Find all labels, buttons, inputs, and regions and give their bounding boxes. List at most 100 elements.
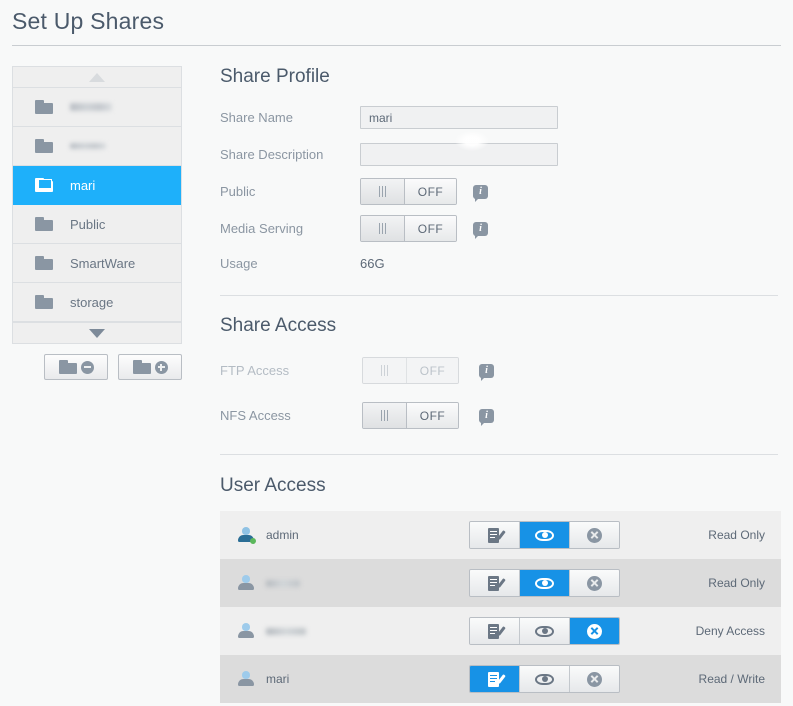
permission-button-deny-access[interactable] <box>570 570 619 596</box>
triangle-down-icon <box>89 328 105 338</box>
usage-value: 66G <box>360 255 385 271</box>
user-access-row: Read Only <box>220 559 781 607</box>
share-description-row: Share Description <box>220 139 781 170</box>
share-list-scroll-down[interactable] <box>13 322 181 344</box>
nfs-access-label: NFS Access <box>220 408 291 423</box>
share-list-item[interactable] <box>13 127 181 166</box>
user-access-row: mari Read / Write <box>220 655 781 703</box>
remove-share-button[interactable] <box>44 354 108 380</box>
share-list-item-label: storage <box>70 294 114 310</box>
user-name <box>266 579 300 587</box>
permission-button-read-write[interactable] <box>470 618 520 644</box>
read-only-icon <box>535 625 554 637</box>
ftp-access-label: FTP Access <box>220 363 290 378</box>
permission-button-group <box>469 617 620 645</box>
share-list: mari Public SmartWare storage <box>12 66 182 344</box>
public-toggle-state: OFF <box>405 179 456 204</box>
media-serving-toggle-state: OFF <box>405 216 456 241</box>
share-list-item-label: Public <box>70 216 106 232</box>
share-list-item[interactable]: mari <box>13 166 181 205</box>
user-access-row: Deny Access <box>220 607 781 655</box>
nfs-access-toggle[interactable]: OFF <box>362 402 459 429</box>
share-description-label: Share Description <box>220 147 324 162</box>
permission-button-read-only[interactable] <box>520 666 570 692</box>
share-list-item[interactable]: Public <box>13 205 181 244</box>
share-list-scroll-up[interactable] <box>13 66 181 88</box>
share-list-item-label: SmartWare <box>70 255 136 271</box>
folder-icon <box>132 360 151 374</box>
permission-button-read-write[interactable] <box>470 570 520 596</box>
folder-icon <box>35 178 53 192</box>
read-write-icon <box>487 623 506 639</box>
permission-button-read-only[interactable] <box>520 618 570 644</box>
share-list-actions <box>44 354 182 380</box>
permission-button-read-only[interactable] <box>520 522 570 548</box>
share-description-input[interactable] <box>360 143 558 166</box>
permission-button-deny-access[interactable] <box>570 618 619 644</box>
permission-button-group <box>469 665 620 693</box>
folder-icon <box>58 360 77 374</box>
nfs-access-row: NFS Access OFF i <box>220 396 781 435</box>
permission-button-read-write[interactable] <box>470 666 520 692</box>
ftp-access-toggle-state: OFF <box>407 358 458 383</box>
info-icon[interactable]: i <box>473 184 488 202</box>
share-list-item[interactable] <box>13 88 181 127</box>
read-only-icon <box>535 577 554 589</box>
header-divider <box>12 45 781 46</box>
permission-button-read-only[interactable] <box>520 570 570 596</box>
read-write-icon <box>487 527 506 543</box>
usage-label: Usage <box>220 255 258 271</box>
public-toggle[interactable]: OFF <box>360 178 457 205</box>
admin-user-icon <box>238 526 256 544</box>
folder-icon <box>35 256 53 270</box>
media-serving-label: Media Serving <box>220 221 304 236</box>
share-list-item-label <box>70 143 106 149</box>
add-share-button[interactable] <box>118 354 182 380</box>
permission-button-read-write[interactable] <box>470 522 520 548</box>
permission-label: Read Only <box>708 528 765 542</box>
read-only-icon <box>535 529 554 541</box>
user-icon <box>238 670 254 688</box>
permission-button-group <box>469 521 620 549</box>
user-name: mari <box>266 672 290 686</box>
media-serving-row: Media Serving OFF i <box>220 213 781 244</box>
user-icon <box>238 574 254 592</box>
main-panel: Share Profile Share Name Share Descripti… <box>220 66 781 703</box>
info-icon[interactable]: i <box>473 221 488 239</box>
media-serving-toggle[interactable]: OFF <box>360 215 457 242</box>
user-access-table: admin Read Only Read Only Deny Access mari Re… <box>220 511 781 703</box>
folder-icon <box>35 295 53 309</box>
share-list-item-label <box>70 103 112 111</box>
user-access-heading: User Access <box>220 475 326 496</box>
permission-button-deny-access[interactable] <box>570 666 619 692</box>
user-icon <box>238 622 254 640</box>
read-write-icon <box>487 575 506 591</box>
deny-access-icon <box>587 671 602 687</box>
info-icon[interactable]: i <box>479 363 494 381</box>
toggle-grip-icon <box>363 403 407 428</box>
share-name-input[interactable] <box>360 106 558 129</box>
user-name: admin <box>266 528 299 542</box>
section-divider <box>220 295 778 296</box>
permission-label: Read Only <box>708 576 765 590</box>
deny-access-icon <box>587 527 602 543</box>
toggle-grip-icon <box>361 179 405 204</box>
share-access-heading: Share Access <box>220 315 337 336</box>
permission-button-deny-access[interactable] <box>570 522 619 548</box>
permission-label: Read / Write <box>698 672 765 686</box>
read-write-icon <box>487 671 506 687</box>
share-list-item[interactable]: storage <box>13 283 181 322</box>
folder-icon <box>35 139 53 153</box>
share-list-item[interactable]: SmartWare <box>13 244 181 283</box>
share-list-item-label: mari <box>70 177 96 193</box>
page-title: Set Up Shares <box>12 8 165 34</box>
share-profile-heading: Share Profile <box>220 66 330 87</box>
folder-icon <box>35 217 53 231</box>
ftp-access-row: FTP Access OFF i <box>220 351 781 390</box>
share-name-label: Share Name <box>220 110 293 125</box>
deny-access-icon <box>587 623 602 639</box>
public-label: Public <box>220 184 256 199</box>
info-icon[interactable]: i <box>479 408 494 426</box>
permission-label: Deny Access <box>695 624 765 638</box>
toggle-grip-icon <box>363 358 407 383</box>
